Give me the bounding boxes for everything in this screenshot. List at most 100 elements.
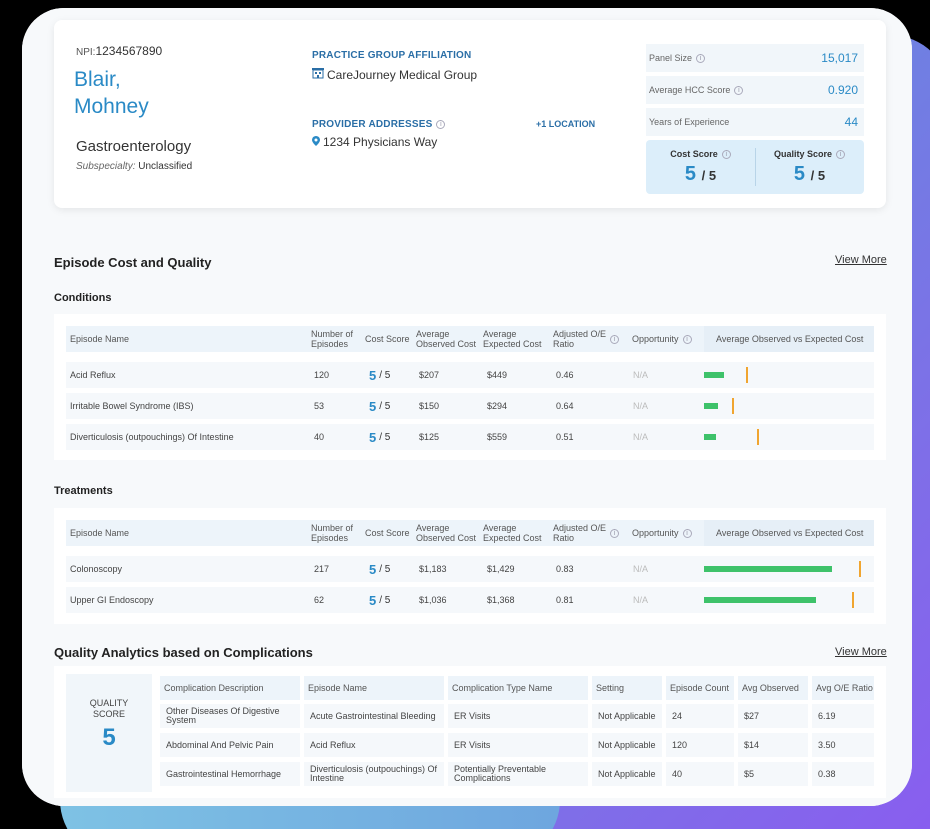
qa-table-cell: Diverticulosis (outpouchings) Of Intesti…	[304, 762, 444, 786]
quality-score-summary-value: 5	[102, 724, 116, 751]
subspecialty-label: Subspecialty:	[76, 161, 136, 172]
qa-table-cell: 3.50	[812, 733, 874, 757]
adjusted-oe-ratio: 0.81	[556, 595, 574, 605]
col-num-episodes[interactable]: Number of Episodes	[311, 520, 353, 546]
col-num-episodes-line2: Episodes	[311, 533, 349, 543]
qa-col-header[interactable]: Avg Observed	[738, 676, 808, 700]
conditions-title: Conditions	[54, 292, 112, 304]
qa-col-header[interactable]: Episode Count	[666, 676, 734, 700]
score-denominator: / 5	[379, 400, 391, 412]
info-icon[interactable]: i	[836, 149, 846, 159]
practice-group[interactable]: CareJourney Medical Group	[312, 67, 477, 82]
info-icon[interactable]: i	[734, 85, 744, 95]
col-num-episodes-line1: Number of	[311, 329, 354, 339]
observed-cost-bar	[704, 434, 716, 440]
qa-table-cell: Acid Reflux	[304, 733, 444, 757]
qa-col-header[interactable]: Avg O/E Ratio	[812, 676, 874, 700]
more-locations-link[interactable]: +1 LOCATION	[536, 119, 595, 129]
table-row[interactable]: Diverticulosis (outpouchings) Of Intesti…	[66, 424, 874, 450]
col-adjusted-ratio[interactable]: Adjusted O/E Ratio	[553, 520, 606, 546]
quality-score-summary-label-line2: SCORE	[92, 709, 125, 719]
episode-view-more-link[interactable]: View More	[835, 254, 887, 266]
stat-label-text: Years of Experience	[649, 117, 730, 127]
quality-score-summary-label: QUALITY SCORE	[66, 698, 152, 720]
provider-addresses-label-text: PROVIDER ADDRESSES	[312, 119, 433, 130]
qa-table-cell: 24	[666, 704, 734, 728]
opportunity: N/A	[633, 432, 649, 442]
col-avg-observed[interactable]: Average Observed Cost	[416, 520, 476, 546]
table-row[interactable]: Irritable Bowel Syndrome (IBS) 53 5/ 5 $150…	[66, 393, 874, 419]
cost-score-cell: 5/ 5	[369, 587, 390, 613]
qa-table-cell: 40	[666, 762, 734, 786]
quality-section-title: Quality Analytics based on Complications	[54, 645, 313, 660]
cost-score-label-text: Cost Score	[670, 149, 718, 159]
cost-score-cell: 5/ 5	[369, 556, 390, 582]
info-icon[interactable]: i	[682, 334, 692, 344]
info-icon[interactable]: i	[436, 120, 446, 129]
table-row[interactable]: Colonoscopy 217 5/ 5 $1,183 $1,429 0.83 N/A	[66, 556, 874, 582]
provider-addresses-label: PROVIDER ADDRESSES i	[312, 119, 446, 130]
info-icon[interactable]: i	[610, 326, 619, 352]
stat-value: 44	[844, 115, 858, 129]
qa-table-cell: 120	[666, 733, 734, 757]
qa-table-cell: Abdominal And Pelvic Pain	[160, 733, 300, 757]
conditions-table-header: Episode Name Number of Episodes Cost Scor…	[66, 326, 874, 352]
qa-table-cell: Not Applicable	[592, 704, 662, 728]
provider-address: 1234 Physicians Way	[312, 135, 437, 149]
col-num-episodes[interactable]: Number of Episodes	[311, 326, 353, 352]
quality-score-label: Quality Score i	[755, 149, 864, 159]
qa-col-header[interactable]: Episode Name	[304, 676, 444, 700]
adjusted-oe-ratio: 0.83	[556, 564, 574, 574]
episode-count: 40	[314, 432, 325, 442]
col-cost-score[interactable]: Cost Score	[365, 326, 410, 352]
location-pin-icon	[312, 135, 320, 149]
conditions-table: Episode Name Number of Episodes Cost Scor…	[54, 314, 886, 460]
col-adjusted-ratio-line1: Adjusted O/E	[553, 523, 607, 533]
cost-score-number: 5	[369, 429, 377, 445]
col-opportunity[interactable]: Opportunity i	[632, 520, 692, 546]
episode-count: 120	[314, 370, 330, 380]
col-avg-expected[interactable]: Average Expected Cost	[483, 520, 542, 546]
opportunity: N/A	[633, 564, 649, 574]
info-icon[interactable]: i	[682, 528, 692, 538]
score-denominator: / 5	[379, 431, 391, 443]
cost-score-number: 5	[369, 592, 377, 608]
col-episode-name[interactable]: Episode Name	[70, 326, 129, 352]
quality-view-more-link[interactable]: View More	[835, 646, 887, 658]
col-opportunity-label: Opportunity	[632, 528, 679, 538]
avg-observed-cost: $150	[419, 401, 440, 411]
subspecialty: Subspecialty: Unclassified	[76, 161, 192, 172]
stat-label-text: Average HCC Score	[649, 85, 731, 95]
episode-name[interactable]: Colonoscopy	[70, 556, 122, 582]
info-icon[interactable]: i	[696, 53, 706, 63]
qa-table-cell: Acute Gastrointestinal Bleeding	[304, 704, 444, 728]
episode-name[interactable]: Diverticulosis (outpouchings) Of Intesti…	[70, 424, 234, 450]
episode-name[interactable]: Irritable Bowel Syndrome (IBS)	[70, 393, 194, 419]
col-avg-expected[interactable]: Average Expected Cost	[483, 326, 542, 352]
table-row[interactable]: Upper GI Endoscopy 62 5/ 5 $1,036 $1,368 0.81…	[66, 587, 874, 613]
col-episode-name[interactable]: Episode Name	[70, 520, 129, 546]
info-icon[interactable]: i	[610, 520, 619, 546]
info-icon[interactable]: i	[721, 149, 731, 159]
qa-col-header[interactable]: Setting	[592, 676, 662, 700]
cost-score-cell: 5/ 5	[369, 424, 390, 450]
qa-table-cell: Potentially Preventable Complications	[448, 762, 588, 786]
qa-col-header[interactable]: Complication Description	[160, 676, 300, 700]
quality-score-value: 5 / 5	[755, 163, 864, 186]
npi: NPI:1234567890	[76, 44, 162, 58]
episode-count: 53	[314, 401, 325, 411]
col-avg-observed[interactable]: Average Observed Cost	[416, 326, 476, 352]
qa-table-cell: Not Applicable	[592, 762, 662, 786]
qa-table-cell: Other Diseases Of Digestive System	[160, 704, 300, 728]
episode-name[interactable]: Acid Reflux	[70, 362, 116, 388]
specialty: Gastroenterology	[76, 138, 192, 155]
col-opportunity[interactable]: Opportunity i	[632, 326, 692, 352]
col-cost-score[interactable]: Cost Score	[365, 520, 410, 546]
score-summary: Cost Score i 5 / 5 Quality Score i 5 / 5	[646, 140, 864, 194]
practice-group-label: PRACTICE GROUP AFFILIATION	[312, 50, 472, 61]
table-row[interactable]: Acid Reflux 120 5/ 5 $207 $449 0.46 N/A	[66, 362, 874, 388]
col-adjusted-ratio[interactable]: Adjusted O/E Ratio	[553, 326, 606, 352]
qa-col-header[interactable]: Complication Type Name	[448, 676, 588, 700]
quality-score: Quality Score i 5 / 5	[755, 140, 864, 194]
episode-name[interactable]: Upper GI Endoscopy	[70, 587, 154, 613]
